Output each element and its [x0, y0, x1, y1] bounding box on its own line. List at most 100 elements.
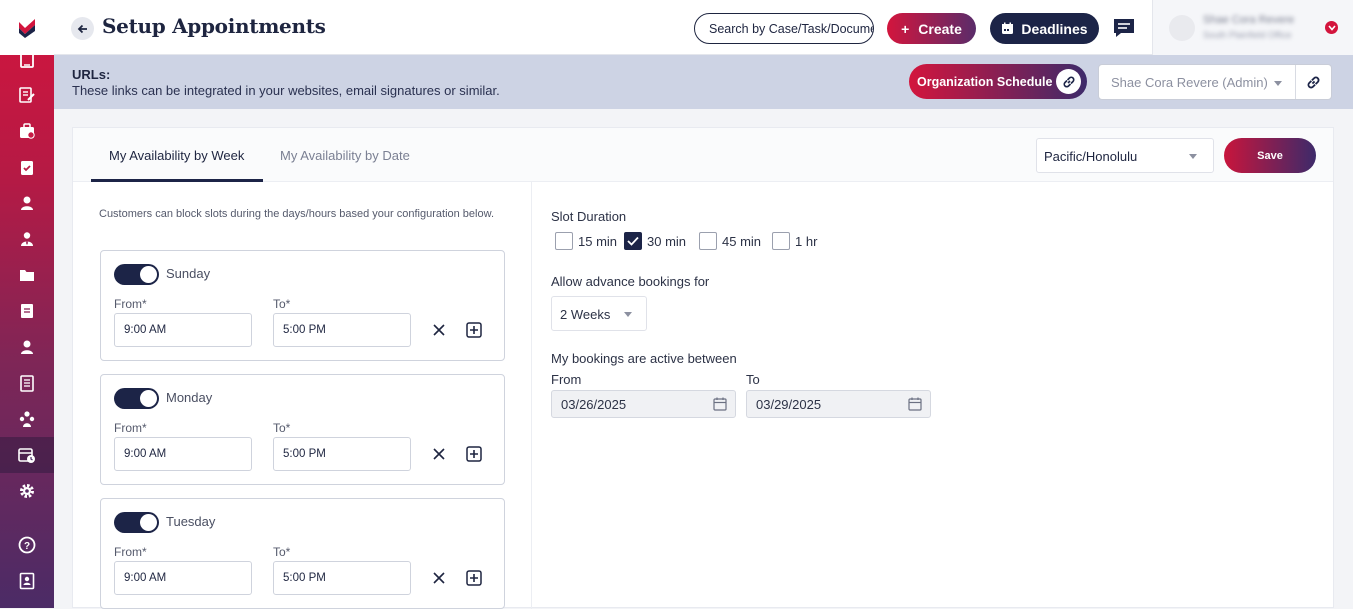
page-title: Setup Appointments — [102, 14, 326, 38]
slot-option-15-min[interactable]: 15 min — [555, 232, 617, 250]
from-date-input[interactable]: 03/26/2025 — [551, 390, 736, 418]
user-schedule-value: Shae Cora Revere (Admin) — [1111, 75, 1268, 90]
link-icon — [1056, 69, 1081, 94]
timezone-select[interactable]: Pacific/Honolulu — [1036, 138, 1214, 173]
checkbox-label: 45 min — [722, 233, 762, 249]
from-time-input[interactable]: 9:00 AM — [114, 313, 252, 347]
close-icon[interactable] — [431, 570, 447, 586]
checkbox-label: 30 min — [647, 233, 687, 249]
to-time-input[interactable]: 5:00 PM — [273, 313, 411, 347]
from-label: From* — [114, 421, 147, 435]
day-toggle[interactable] — [114, 264, 159, 285]
checkbox[interactable] — [555, 232, 573, 250]
day-toggle[interactable] — [114, 512, 159, 533]
deadlines-label: Deadlines — [1021, 20, 1088, 37]
sidebar-item-notes[interactable] — [0, 42, 54, 78]
calendar-icon[interactable] — [908, 397, 922, 411]
ledger-icon — [20, 374, 34, 392]
sidebar-item-billing[interactable] — [0, 113, 54, 149]
sidebar-item-reports[interactable] — [0, 365, 54, 401]
user-menu[interactable]: Shae Cora Revere South Plainfield Office — [1152, 0, 1353, 55]
urls-description: These links can be integrated in your we… — [72, 83, 500, 98]
from-label: From* — [114, 297, 147, 311]
to-time-input[interactable]: 5:00 PM — [273, 561, 411, 595]
day-name: Tuesday — [166, 514, 216, 529]
document-icon — [21, 304, 33, 318]
sidebar-item-clients[interactable] — [0, 221, 54, 257]
chat-button[interactable] — [1111, 15, 1137, 41]
tab-availability-by-week[interactable]: My Availability by Week — [109, 148, 244, 163]
active-between-label: My bookings are active between — [551, 351, 737, 366]
from-time-input[interactable]: 9:00 AM — [114, 437, 252, 471]
sidebar-item-settings[interactable] — [0, 473, 54, 509]
close-icon[interactable] — [431, 322, 447, 338]
sidebar-item-appointments[interactable] — [0, 437, 54, 473]
slot-option-30-min[interactable]: 30 min — [624, 232, 686, 250]
sidebar-item-guide[interactable] — [0, 563, 54, 599]
sidebar-item-team[interactable] — [0, 401, 54, 437]
advance-bookings-select[interactable]: 2 Weeks — [551, 296, 647, 331]
checkbox[interactable] — [772, 232, 790, 250]
organization-schedule-label: Organization Schedule — [917, 74, 1053, 89]
to-time-input[interactable]: 5:00 PM — [273, 437, 411, 471]
slot-option-45-min[interactable]: 45 min — [699, 232, 761, 250]
calendar-icon — [1002, 22, 1014, 34]
folder-icon — [20, 270, 34, 281]
availability-card: My Availability by Week My Availability … — [72, 127, 1334, 609]
day-toggle[interactable] — [114, 388, 159, 409]
slot-duration-label: Slot Duration — [551, 209, 627, 224]
advance-bookings-label: Allow advance bookings for — [551, 274, 710, 289]
slot-option-1-hr[interactable]: 1 hr — [772, 232, 817, 250]
to-label: To* — [273, 297, 291, 311]
sidebar-item-documents[interactable] — [0, 293, 54, 329]
chevron-down-icon[interactable] — [1325, 21, 1338, 34]
sidebar-item-files[interactable] — [0, 257, 54, 293]
checkbox-checked[interactable] — [624, 232, 642, 250]
to-label: To* — [273, 545, 291, 559]
add-slot-icon[interactable] — [465, 321, 483, 339]
help-icon: ? — [18, 536, 36, 554]
day-name: Monday — [166, 390, 213, 405]
to-label: To* — [273, 421, 291, 435]
user-icon — [21, 196, 33, 210]
book-user-icon — [19, 572, 35, 590]
add-slot-icon[interactable] — [465, 569, 483, 587]
to-date-input[interactable]: 03/29/2025 — [746, 390, 931, 418]
create-button[interactable]: + Create — [887, 13, 976, 44]
weekly-availability-panel: Customers can block slots during the day… — [73, 182, 532, 609]
checkbox[interactable] — [699, 232, 717, 250]
save-button[interactable]: Save — [1224, 138, 1316, 173]
create-label: Create — [918, 20, 962, 37]
from-time-input[interactable]: 9:00 AM — [114, 561, 252, 595]
plus-icon: + — [901, 20, 910, 37]
search-placeholder: Search by Case/Task/Document — [709, 21, 874, 36]
organization-schedule-button[interactable]: Organization Schedule — [909, 64, 1087, 99]
date-to-label: To — [746, 372, 760, 387]
back-button[interactable] — [71, 17, 94, 40]
copy-link-button[interactable] — [1295, 65, 1331, 99]
sidebar-item-contacts[interactable] — [0, 185, 54, 221]
user-office: South Plainfield Office — [1203, 30, 1292, 40]
calendar-clock-icon — [18, 448, 35, 463]
caret-down-icon — [624, 312, 632, 317]
search-input[interactable]: Search by Case/Task/Document — [694, 13, 874, 44]
sidebar-item-tasks[interactable] — [0, 149, 54, 185]
sidebar-item-edit[interactable] — [0, 77, 54, 113]
urls-title: URLs: — [72, 67, 111, 82]
sidebar-item-help[interactable]: ? — [0, 527, 54, 563]
help-text: Customers can block slots during the day… — [99, 208, 494, 220]
deadlines-button[interactable]: Deadlines — [990, 13, 1099, 44]
top-header: Setup Appointments Search by Case/Task/D… — [54, 0, 1353, 55]
sidebar: ? — [0, 0, 54, 608]
add-slot-icon[interactable] — [465, 445, 483, 463]
close-icon[interactable] — [431, 446, 447, 462]
caret-down-icon — [1274, 81, 1282, 86]
day-card-monday: Monday From* To* 9:00 AM 5:00 PM — [100, 374, 505, 485]
sidebar-item-staff[interactable] — [0, 329, 54, 365]
checkbox-label: 1 hr — [795, 233, 818, 249]
user-name: Shae Cora Revere — [1203, 14, 1295, 26]
edit-document-icon — [19, 87, 35, 103]
tab-availability-by-date[interactable]: My Availability by Date — [280, 148, 410, 163]
user-schedule-select[interactable]: Shae Cora Revere (Admin) — [1098, 64, 1332, 100]
calendar-icon[interactable] — [713, 397, 727, 411]
